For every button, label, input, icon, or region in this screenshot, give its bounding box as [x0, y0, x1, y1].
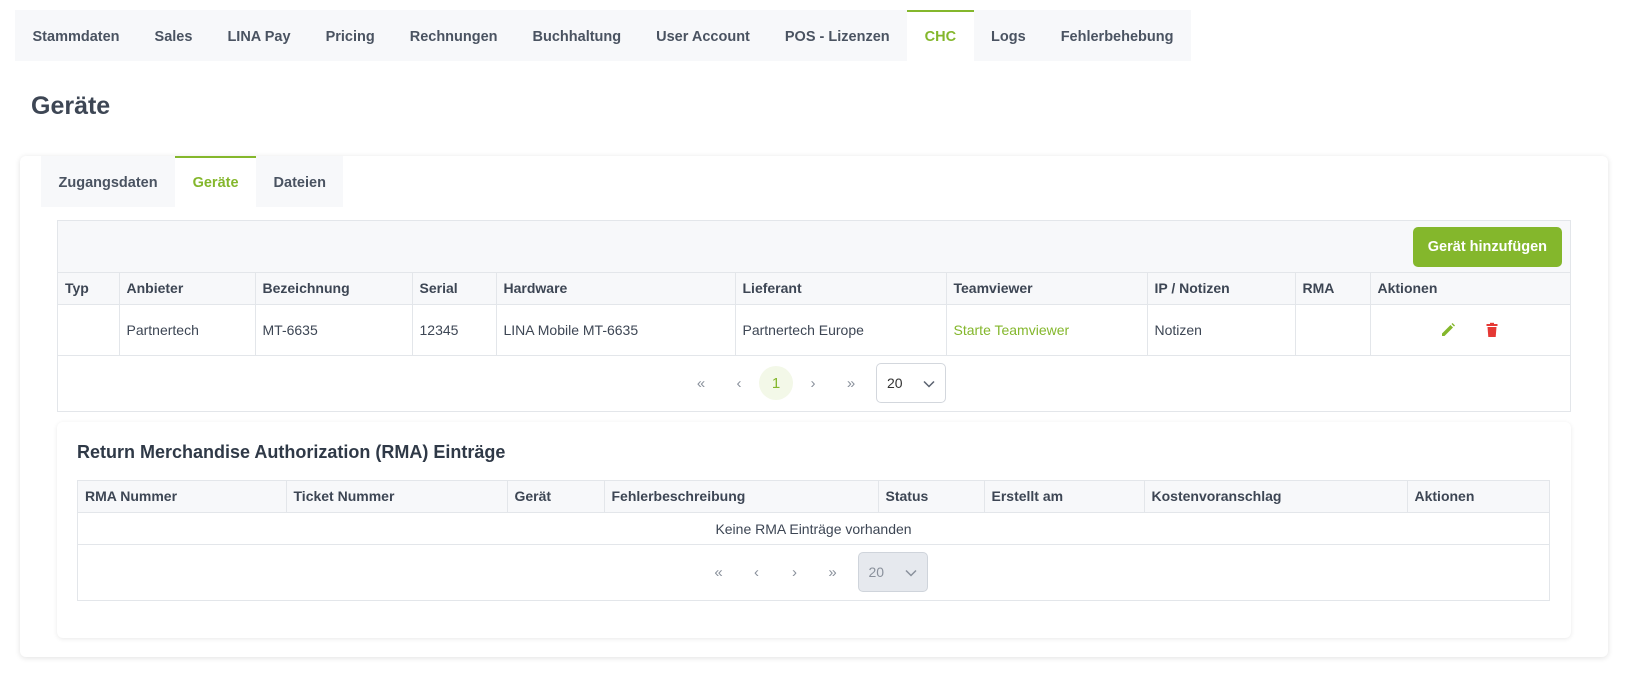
col-bezeichnung[interactable]: Bezeichnung	[255, 273, 413, 305]
col-serial[interactable]: Serial	[412, 273, 497, 305]
col-lieferant[interactable]: Lieferant	[735, 273, 947, 305]
col-ip-notizen[interactable]: IP / Notizen	[1147, 273, 1296, 305]
rma-pagination: « ‹ › » 20	[78, 545, 1549, 600]
tab-fehlerbehebung[interactable]: Fehlerbehebung	[1043, 10, 1191, 61]
add-device-button[interactable]: Gerät hinzufügen	[1412, 227, 1562, 267]
page-title: Geräte	[31, 92, 111, 120]
cell-serial: 12345	[412, 304, 497, 356]
rma-section: Return Merchandise Authorization (RMA) E…	[57, 422, 1571, 638]
next-page-button[interactable]: ›	[795, 365, 831, 401]
col-anbieter[interactable]: Anbieter	[119, 273, 256, 305]
tab-lina-pay[interactable]: LINA Pay	[210, 10, 308, 61]
rma-prev-page-button[interactable]: ‹	[739, 554, 775, 590]
tab-pos-lizenzen[interactable]: POS - Lizenzen	[767, 10, 907, 61]
col-ticket-nummer[interactable]: Ticket Nummer	[286, 481, 508, 513]
cell-teamviewer: Starte Teamviewer	[946, 304, 1148, 356]
rma-title: Return Merchandise Authorization (RMA) E…	[77, 442, 506, 462]
tab-user-account[interactable]: User Account	[639, 10, 768, 61]
col-rma-nummer[interactable]: RMA Nummer	[78, 481, 287, 513]
cell-ip-notizen: Notizen	[1147, 304, 1296, 356]
devices-table: Typ Anbieter Bezeichnung Serial Hardware…	[58, 273, 1570, 356]
cell-rma	[1295, 304, 1371, 356]
sub-nav: Zugangsdaten Geräte Dateien	[41, 156, 344, 207]
col-geraet[interactable]: Gerät	[507, 481, 605, 513]
tab-dateien[interactable]: Dateien	[256, 156, 343, 207]
table-row: Partnertech MT-6635 12345 LINA Mobile MT…	[58, 304, 1570, 356]
tab-pricing[interactable]: Pricing	[308, 10, 392, 61]
cell-aktionen	[1370, 304, 1570, 356]
rma-page-size-value: 20	[868, 564, 885, 580]
rma-next-page-button[interactable]: ›	[777, 554, 813, 590]
rma-table-panel: RMA Nummer Ticket Nummer Gerät Fehlerbes…	[77, 480, 1550, 601]
tab-buchhaltung[interactable]: Buchhaltung	[515, 10, 639, 61]
content-card: Zugangsdaten Geräte Dateien Gerät hinzuf…	[20, 156, 1608, 657]
col-teamviewer[interactable]: Teamviewer	[946, 273, 1148, 305]
col-status[interactable]: Status	[878, 481, 985, 513]
col-kostenvoranschlag[interactable]: Kostenvoranschlag	[1144, 481, 1408, 513]
delete-trash-icon[interactable]	[1484, 322, 1500, 338]
col-rma-aktionen: Aktionen	[1407, 481, 1549, 513]
col-typ[interactable]: Typ	[58, 273, 120, 305]
rma-empty-message: Keine RMA Einträge vorhanden	[78, 513, 1549, 545]
devices-header-row: Typ Anbieter Bezeichnung Serial Hardware…	[58, 273, 1570, 305]
devices-pagination: « ‹ 1 › » 20	[58, 356, 1570, 411]
tab-chc[interactable]: CHC	[907, 10, 974, 61]
tab-rechnungen[interactable]: Rechnungen	[392, 10, 515, 61]
rma-page-size-select[interactable]: 20	[857, 552, 928, 592]
tab-geraete[interactable]: Geräte	[175, 156, 257, 207]
chevron-down-icon	[904, 564, 917, 580]
rma-table: RMA Nummer Ticket Nummer Gerät Fehlerbes…	[78, 481, 1549, 513]
top-nav: Stammdaten Sales LINA Pay Pricing Rechnu…	[15, 10, 1191, 61]
col-aktionen: Aktionen	[1370, 273, 1570, 305]
rma-header-row: RMA Nummer Ticket Nummer Gerät Fehlerbes…	[78, 481, 1549, 513]
tab-sales[interactable]: Sales	[137, 10, 210, 61]
cell-lieferant: Partnertech Europe	[735, 304, 947, 356]
tab-stammdaten[interactable]: Stammdaten	[15, 10, 137, 61]
tab-logs[interactable]: Logs	[974, 10, 1044, 61]
start-teamviewer-link[interactable]: Starte Teamviewer	[954, 322, 1070, 338]
cell-typ	[58, 304, 120, 356]
last-page-button[interactable]: »	[833, 365, 869, 401]
edit-pencil-icon[interactable]	[1440, 322, 1456, 338]
col-hardware[interactable]: Hardware	[496, 273, 736, 305]
devices-toolbar: Gerät hinzufügen	[58, 221, 1570, 273]
first-page-button[interactable]: «	[683, 365, 719, 401]
page-size-select[interactable]: 20	[876, 363, 946, 403]
col-rma[interactable]: RMA	[1295, 273, 1371, 305]
devices-table-panel: Gerät hinzufügen Typ Anbieter Bezeichnun…	[57, 220, 1571, 412]
rma-last-page-button[interactable]: »	[815, 554, 851, 590]
tab-zugangsdaten[interactable]: Zugangsdaten	[41, 156, 175, 207]
col-erstellt-am[interactable]: Erstellt am	[984, 481, 1145, 513]
page-1-button[interactable]: 1	[759, 366, 793, 400]
cell-hardware: LINA Mobile MT-6635	[496, 304, 736, 356]
chevron-down-icon	[923, 375, 935, 391]
prev-page-button[interactable]: ‹	[721, 365, 757, 401]
cell-anbieter: Partnertech	[119, 304, 256, 356]
cell-bezeichnung: MT-6635	[255, 304, 413, 356]
col-fehlerbeschreibung[interactable]: Fehlerbeschreibung	[604, 481, 879, 513]
rma-first-page-button[interactable]: «	[701, 554, 737, 590]
page-size-value: 20	[887, 375, 903, 391]
